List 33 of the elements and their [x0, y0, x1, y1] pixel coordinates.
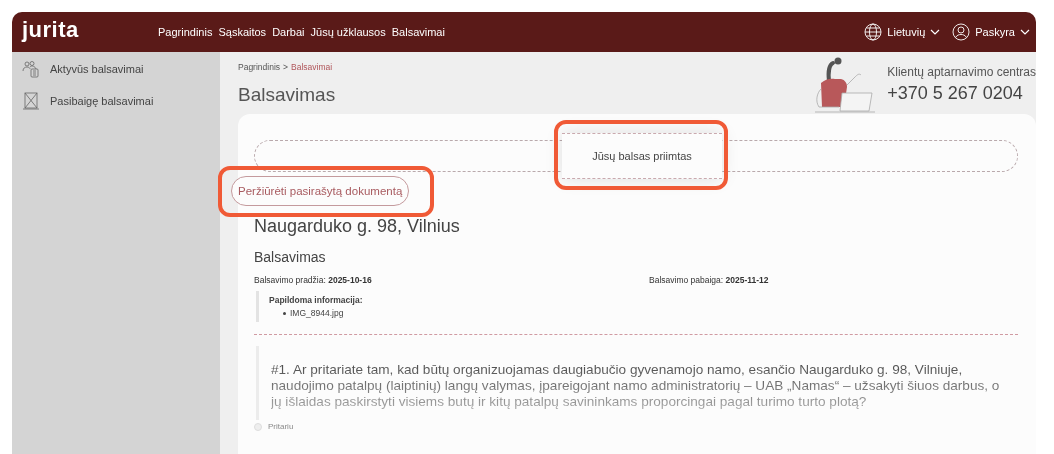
info-title: Papildoma informacija:: [269, 295, 364, 305]
sidebar-item[interactable]: Pasibaigę balsavimai: [22, 92, 220, 110]
nav-link[interactable]: Sąskaitos: [218, 26, 267, 38]
language-selector[interactable]: Lietuvių: [864, 23, 941, 41]
nav-link[interactable]: Balsavimai: [391, 26, 445, 38]
chevron-down-icon: [930, 29, 941, 35]
option-label[interactable]: Pritariu: [268, 422, 294, 431]
people-list-icon: [22, 60, 40, 78]
nav-link[interactable]: Pagrindinis: [158, 26, 213, 38]
date-text: Balsavimo pradžia: 2025-10-16: [254, 275, 373, 285]
support-phone[interactable]: +370 5 267 0204: [887, 83, 1036, 104]
file-link[interactable]: IMG_8944.jpg: [290, 308, 344, 318]
chevron-down-icon: [1020, 29, 1030, 35]
view-document-button[interactable]: Peržiūrėti pasirašytą dokumentą: [231, 176, 410, 206]
breadcrumb-link[interactable]: Balsavimai: [291, 62, 333, 72]
globe-icon: [864, 23, 883, 41]
nav-link[interactable]: Jūsų užklausos: [310, 26, 386, 38]
account-menu[interactable]: Paskyra: [952, 23, 1030, 41]
logo[interactable]: jurita: [22, 17, 158, 43]
radio-button[interactable]: [254, 422, 262, 431]
breadcrumb-separator: >: [283, 62, 289, 72]
nav-link[interactable]: Darbai: [272, 26, 305, 38]
breadcrumb-link[interactable]: Pagrindinis: [238, 62, 281, 72]
support-title: Klientų aptarnavimo centras: [887, 65, 1036, 79]
notification-toast: Jūsų balsas priimtas: [562, 133, 722, 179]
section-title: Balsavimas: [254, 249, 327, 265]
page-title: Balsavimas: [238, 84, 336, 106]
date-text: Balsavimo pabaiga: 2025-11-12: [649, 275, 770, 285]
user-icon: [952, 23, 971, 41]
sidebar-item[interactable]: Aktyvūs balsavimai: [22, 60, 220, 78]
hourglass-box-icon: [22, 92, 40, 110]
address-heading: Naugarduko g. 98, Vilnius: [254, 216, 461, 237]
bullet-icon: [283, 311, 286, 315]
